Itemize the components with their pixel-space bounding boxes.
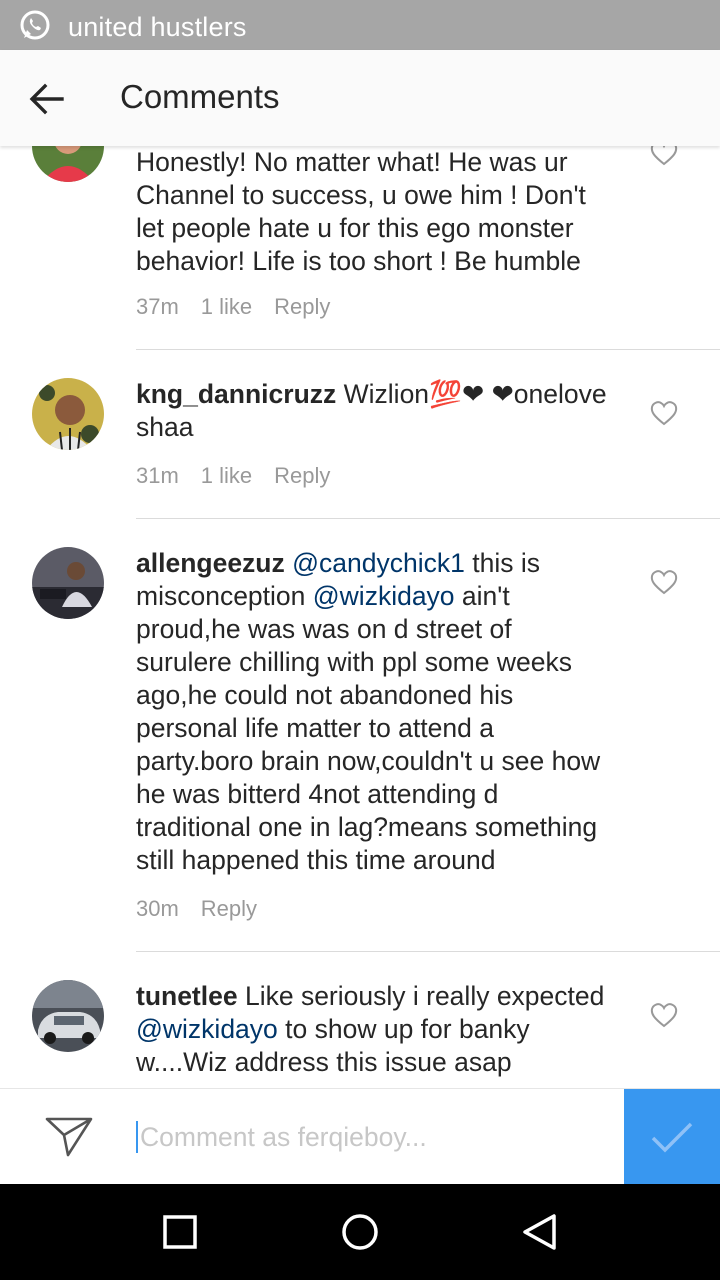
comment-input-placeholder: Comment as ferqieboy... bbox=[140, 1121, 427, 1152]
notification-bar: united hustlers bbox=[0, 0, 720, 50]
comment-username[interactable]: allengeezuz bbox=[136, 548, 285, 578]
comment-text: kng_dannicruzz Wizlion💯❤ ❤onelove shaa bbox=[136, 379, 607, 442]
comment-composer: Comment as ferqieboy... bbox=[0, 1088, 720, 1185]
arrow-left-icon[interactable] bbox=[24, 76, 70, 122]
heart-icon[interactable] bbox=[650, 1002, 678, 1028]
reply-button[interactable]: Reply bbox=[274, 294, 330, 320]
comment-time: 30m bbox=[136, 896, 179, 921]
comments-list[interactable]: Honestly! No matter what! He was ur Chan… bbox=[0, 146, 720, 1088]
mention-link[interactable]: @wizkidayo bbox=[313, 581, 455, 611]
comment-username[interactable]: kng_dannicruzz bbox=[136, 379, 336, 409]
divider bbox=[136, 518, 720, 519]
divider bbox=[136, 951, 720, 952]
comment-meta: 37m 1 like Reply bbox=[136, 294, 352, 320]
mention-link[interactable]: @wizkidayo bbox=[136, 1014, 278, 1044]
recent-apps-icon[interactable] bbox=[160, 1212, 200, 1252]
avatar[interactable] bbox=[32, 980, 104, 1052]
heart-icon[interactable] bbox=[650, 569, 678, 595]
text-cursor bbox=[136, 1121, 138, 1153]
comment-likes[interactable]: 1 like bbox=[201, 463, 252, 489]
comment-meta: 31m 1 like Reply bbox=[136, 463, 352, 489]
whatsapp-icon bbox=[20, 10, 50, 40]
checkmark-icon bbox=[651, 1122, 693, 1153]
app-bar: Comments bbox=[0, 50, 720, 146]
heart-icon[interactable] bbox=[650, 146, 678, 166]
avatar[interactable] bbox=[32, 146, 104, 182]
comment-text: allengeezuz @candychick1 this is misconc… bbox=[136, 548, 601, 875]
page-title: Comments bbox=[120, 78, 280, 115]
home-icon[interactable] bbox=[340, 1212, 380, 1252]
comment-time: 37m bbox=[136, 294, 179, 319]
paper-plane-icon[interactable] bbox=[44, 1115, 94, 1159]
heart-icon[interactable] bbox=[650, 400, 678, 426]
notification-title: united hustlers bbox=[68, 12, 247, 42]
mention-link[interactable]: @candychick1 bbox=[292, 548, 465, 578]
reply-button[interactable]: Reply bbox=[274, 463, 330, 489]
reply-button[interactable]: Reply bbox=[201, 896, 257, 922]
comment-text: tunetlee Like seriously i really expecte… bbox=[136, 981, 605, 1077]
back-icon[interactable] bbox=[520, 1212, 560, 1252]
avatar[interactable] bbox=[32, 378, 104, 450]
comment-input[interactable]: Comment as ferqieboy... bbox=[136, 1111, 606, 1163]
comment-username[interactable]: tunetlee bbox=[136, 981, 238, 1011]
divider bbox=[136, 349, 720, 350]
comment-likes[interactable]: 1 like bbox=[201, 294, 252, 320]
comment-time: 31m bbox=[136, 463, 179, 488]
system-nav-bar bbox=[0, 1184, 720, 1280]
avatar[interactable] bbox=[32, 547, 104, 619]
comment-text: Honestly! No matter what! He was ur Chan… bbox=[136, 147, 586, 276]
comment-meta: 30m Reply bbox=[136, 896, 279, 922]
post-button[interactable] bbox=[624, 1089, 720, 1185]
